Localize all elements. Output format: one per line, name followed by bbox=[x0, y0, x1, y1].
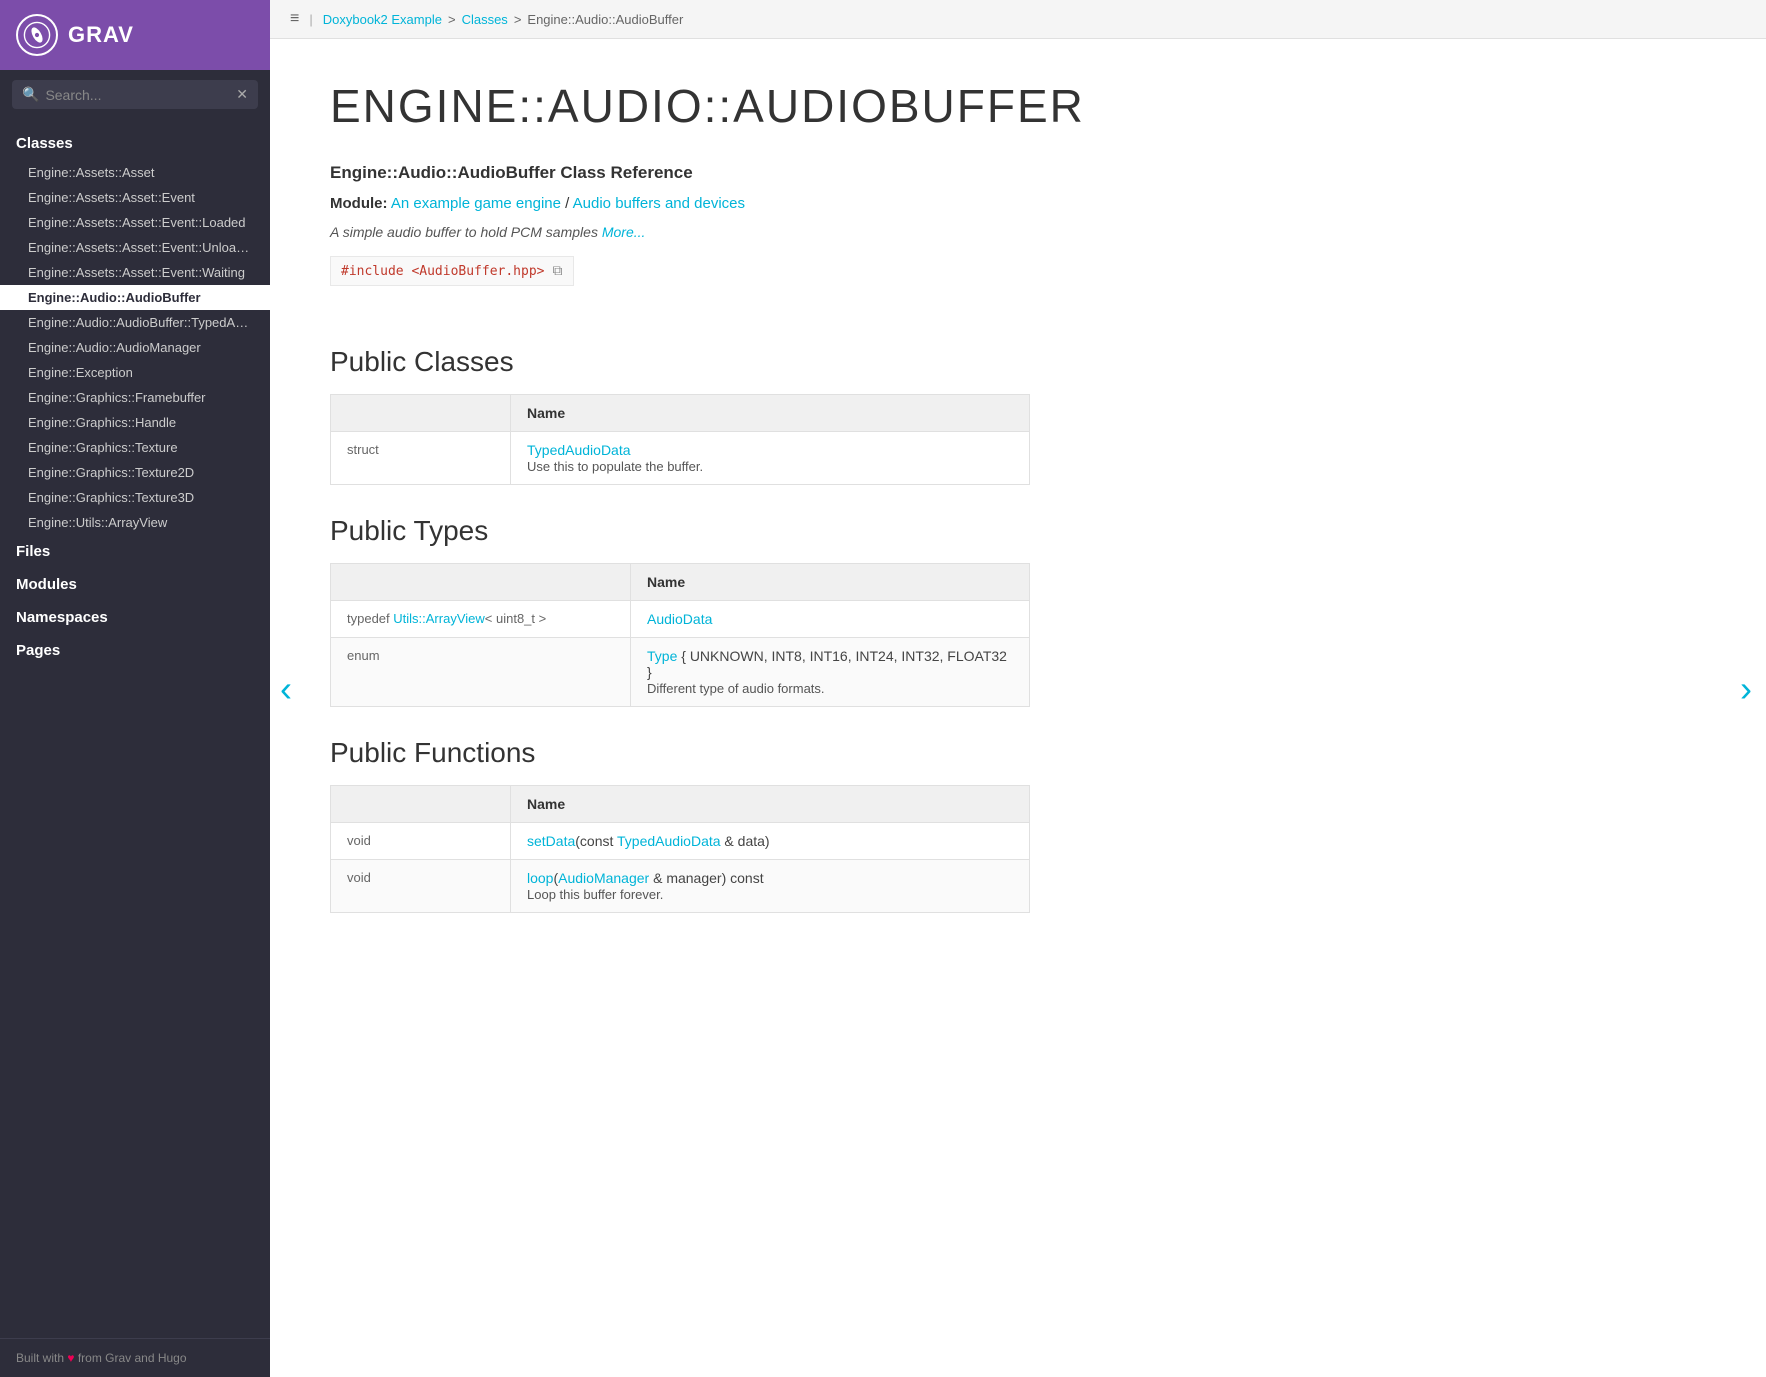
public-functions-table: Name void setData(const TypedAudioData &… bbox=[330, 785, 1030, 913]
sidebar-section-pages[interactable]: Pages bbox=[0, 634, 270, 667]
module-link-audio[interactable]: Audio buffers and devices bbox=[573, 195, 745, 212]
row-name-loop: loop(AudioManager & manager) const Loop … bbox=[511, 860, 1030, 913]
search-clear-icon[interactable]: ✕ bbox=[236, 86, 248, 103]
sidebar-section-classes[interactable]: Classes bbox=[0, 127, 270, 160]
page-title: ENGINE::AUDIO::AUDIOBUFFER bbox=[330, 79, 1030, 133]
search-wrapper: 🔍 ✕ bbox=[12, 80, 258, 109]
search-icon: 🔍 bbox=[22, 86, 39, 103]
row-desc-loop: Loop this buffer forever. bbox=[527, 887, 663, 902]
row-type-void-1: void bbox=[331, 823, 511, 860]
breadcrumb-sep-2: > bbox=[514, 12, 522, 27]
sidebar-item-assets-asset-event-unloaded[interactable]: Engine::Assets::Asset::Event::Unloaded bbox=[0, 235, 270, 260]
row-type: struct bbox=[331, 432, 511, 485]
col-type-header bbox=[331, 395, 511, 432]
link-loop[interactable]: loop bbox=[527, 870, 553, 886]
sidebar-item-exception[interactable]: Engine::Exception bbox=[0, 360, 270, 385]
link-utils-arrayview[interactable]: Utils::ArrayView bbox=[393, 611, 485, 626]
section-title-public-classes: Public Classes bbox=[330, 346, 1030, 378]
breadcrumb-sep-1: > bbox=[448, 12, 456, 27]
sidebar-item-graphics-texture2d[interactable]: Engine::Graphics::Texture2D bbox=[0, 460, 270, 485]
sidebar-item-assets-asset[interactable]: Engine::Assets::Asset bbox=[0, 160, 270, 185]
module-link-engine[interactable]: An example game engine bbox=[391, 195, 561, 212]
row-name-type: Type { UNKNOWN, INT8, INT16, INT24, INT3… bbox=[631, 638, 1030, 707]
sidebar-item-assets-asset-event[interactable]: Engine::Assets::Asset::Event bbox=[0, 185, 270, 210]
public-types-table: Name typedef Utils::ArrayView< uint8_t >… bbox=[330, 563, 1030, 707]
copy-icon[interactable]: ⧉ bbox=[553, 263, 563, 279]
row-name: TypedAudioData Use this to populate the … bbox=[511, 432, 1030, 485]
col-name-header-2: Name bbox=[631, 564, 1030, 601]
sidebar-header: GRAV bbox=[0, 0, 270, 70]
sidebar-item-graphics-texture[interactable]: Engine::Graphics::Texture bbox=[0, 435, 270, 460]
sidebar-item-graphics-texture3d[interactable]: Engine::Graphics::Texture3D bbox=[0, 485, 270, 510]
search-input[interactable] bbox=[45, 87, 230, 103]
sidebar-item-audio-audiobuffer-typedaudio[interactable]: Engine::Audio::AudioBuffer::TypedAudio bbox=[0, 310, 270, 335]
sidebar-item-audio-audiobuffer[interactable]: Engine::Audio::AudioBuffer bbox=[0, 285, 270, 310]
more-link[interactable]: More... bbox=[602, 224, 646, 240]
module-separator: / bbox=[565, 195, 573, 212]
col-name-header: Name bbox=[511, 395, 1030, 432]
search-container: 🔍 ✕ bbox=[0, 70, 270, 119]
link-type-enum[interactable]: Type bbox=[647, 648, 677, 664]
sidebar-section-files[interactable]: Files bbox=[0, 535, 270, 568]
breadcrumb: ≡ | Doxybook2 Example > Classes > Engine… bbox=[270, 0, 1766, 39]
sidebar-item-assets-asset-event-waiting[interactable]: Engine::Assets::Asset::Event::Waiting bbox=[0, 260, 270, 285]
table-row: typedef Utils::ArrayView< uint8_t > Audi… bbox=[331, 601, 1030, 638]
sidebar: GRAV 🔍 ✕ Classes Engine::Assets::Asset E… bbox=[0, 0, 270, 1377]
menu-icon: ≡ bbox=[290, 10, 299, 28]
nav-prev-button[interactable]: ‹ bbox=[270, 658, 302, 720]
sidebar-section-namespaces[interactable]: Namespaces bbox=[0, 601, 270, 634]
breadcrumb-link-example[interactable]: Doxybook2 Example bbox=[323, 12, 442, 27]
sidebar-item-graphics-handle[interactable]: Engine::Graphics::Handle bbox=[0, 410, 270, 435]
row-type-typedef: typedef Utils::ArrayView< uint8_t > bbox=[331, 601, 631, 638]
module-label: Module: bbox=[330, 195, 388, 212]
section-title-public-functions: Public Functions bbox=[330, 737, 1030, 769]
table-row: enum Type { UNKNOWN, INT8, INT16, INT24,… bbox=[331, 638, 1030, 707]
sidebar-item-graphics-framebuffer[interactable]: Engine::Graphics::Framebuffer bbox=[0, 385, 270, 410]
row-name-setdata: setData(const TypedAudioData & data) bbox=[511, 823, 1030, 860]
col-type-header-3 bbox=[331, 786, 511, 823]
breadcrumb-pipe: | bbox=[309, 12, 312, 27]
link-audio-data[interactable]: AudioData bbox=[647, 611, 712, 627]
include-text: #include <AudioBuffer.hpp> bbox=[341, 264, 545, 279]
sidebar-item-audio-audiomanager[interactable]: Engine::Audio::AudioManager bbox=[0, 335, 270, 360]
enum-values: { UNKNOWN, INT8, INT16, INT24, INT32, FL… bbox=[647, 648, 1007, 680]
breadcrumb-current: Engine::Audio::AudioBuffer bbox=[527, 12, 683, 27]
sidebar-brand-name: GRAV bbox=[68, 22, 134, 48]
description-line: A simple audio buffer to hold PCM sample… bbox=[330, 224, 1030, 240]
col-name-header-3: Name bbox=[511, 786, 1030, 823]
row-name-audiodata: AudioData bbox=[631, 601, 1030, 638]
main-content: ≡ | Doxybook2 Example > Classes > Engine… bbox=[270, 0, 1766, 1377]
sidebar-item-utils-arrayview[interactable]: Engine::Utils::ArrayView bbox=[0, 510, 270, 535]
description-text: A simple audio buffer to hold PCM sample… bbox=[330, 224, 598, 240]
section-title-public-types: Public Types bbox=[330, 515, 1030, 547]
module-line: Module: An example game engine / Audio b… bbox=[330, 195, 1030, 212]
sidebar-nav: Classes Engine::Assets::Asset Engine::As… bbox=[0, 119, 270, 1338]
page-content: ENGINE::AUDIO::AUDIOBUFFER Engine::Audio… bbox=[270, 39, 1090, 993]
breadcrumb-link-classes[interactable]: Classes bbox=[462, 12, 508, 27]
include-line: #include <AudioBuffer.hpp> ⧉ bbox=[330, 256, 574, 286]
link-typed-audio-data-2[interactable]: TypedAudioData bbox=[617, 833, 721, 849]
row-desc: Use this to populate the buffer. bbox=[527, 459, 703, 474]
link-set-data[interactable]: setData bbox=[527, 833, 575, 849]
table-row: struct TypedAudioData Use this to popula… bbox=[331, 432, 1030, 485]
sidebar-section-modules[interactable]: Modules bbox=[0, 568, 270, 601]
col-type-header-2 bbox=[331, 564, 631, 601]
link-audio-manager[interactable]: AudioManager bbox=[558, 870, 649, 886]
row-desc-enum: Different type of audio formats. bbox=[647, 681, 825, 696]
heart-icon: ♥ bbox=[67, 1351, 74, 1365]
row-type-void-2: void bbox=[331, 860, 511, 913]
sidebar-item-assets-asset-event-loaded[interactable]: Engine::Assets::Asset::Event::Loaded bbox=[0, 210, 270, 235]
nav-next-button[interactable]: › bbox=[1730, 658, 1762, 720]
sidebar-logo bbox=[16, 14, 58, 56]
link-typed-audio-data[interactable]: TypedAudioData bbox=[527, 442, 631, 458]
sidebar-footer: Built with ♥ from Grav and Hugo bbox=[0, 1338, 270, 1377]
class-reference-title: Engine::Audio::AudioBuffer Class Referen… bbox=[330, 163, 1030, 183]
table-row: void loop(AudioManager & manager) const … bbox=[331, 860, 1030, 913]
row-type-enum: enum bbox=[331, 638, 631, 707]
public-classes-table: Name struct TypedAudioData Use this to p… bbox=[330, 394, 1030, 485]
table-row: void setData(const TypedAudioData & data… bbox=[331, 823, 1030, 860]
